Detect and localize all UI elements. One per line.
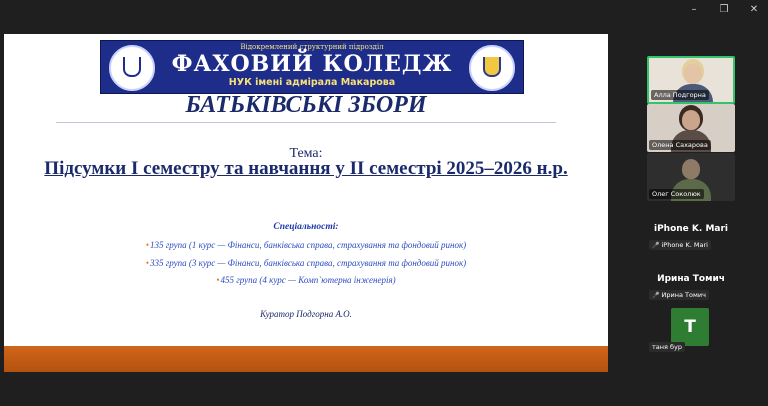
participant-avatar: T	[671, 308, 709, 346]
bullet-icon: •	[216, 275, 220, 285]
group-item: •455 група (4 курс — Комп`ютерна інженер…	[4, 275, 608, 285]
shared-presentation-slide: Відокремлений структурний підрозділ ФАХО…	[4, 34, 608, 372]
restore-icon[interactable]: ❐	[718, 4, 730, 15]
window-controls: – ❐ ✕	[688, 4, 760, 15]
group-text: 335 група (3 курс — Фінанси, банківська …	[149, 258, 467, 268]
participant-name: таня бур	[649, 342, 685, 352]
participant-tile[interactable]: Олена Сахарова	[647, 104, 735, 152]
bullet-icon: •	[145, 240, 149, 250]
close-icon[interactable]: ✕	[748, 4, 760, 15]
college-banner: Відокремлений структурний підрозділ ФАХО…	[100, 40, 524, 94]
group-item: •335 група (3 курс — Фінанси, банківська…	[4, 258, 608, 268]
participant-tile[interactable]: Ирина Томич 🎤 Ирина Томич	[647, 270, 735, 310]
participant-video-head	[682, 159, 700, 179]
slide-footer-bar	[4, 346, 608, 372]
participant-tile[interactable]: iPhone K. Mari 🎤 iPhone K. Mari	[647, 220, 735, 260]
university-emblem-icon	[469, 45, 515, 91]
participant-name: Алла Подгорна	[651, 90, 709, 100]
participant-tile[interactable]: Алла Подгорна	[647, 56, 735, 104]
participant-tile[interactable]: Олег Соколюк	[647, 153, 735, 201]
participant-tile[interactable]: T таня бур	[647, 306, 735, 356]
participant-display-name: iPhone K. Mari	[654, 224, 728, 234]
minimize-icon[interactable]: –	[688, 4, 700, 15]
participant-name: Ирина Томич	[661, 291, 706, 299]
participant-display-name: Ирина Томич	[657, 274, 725, 284]
specialties-title: Спеціальності:	[273, 222, 339, 232]
meeting-title: БАТЬКІВСЬКІ ЗБОРИ	[185, 92, 427, 118]
bullet-icon: •	[145, 258, 149, 268]
participant-name: Олег Соколюк	[649, 189, 704, 199]
topic-text: Підсумки І семестру та навчання у ІІ сем…	[44, 158, 568, 179]
participant-name: iPhone K. Mari	[661, 241, 708, 249]
group-text: 135 група (1 курс — Фінанси, банківська …	[149, 240, 467, 250]
mic-muted-icon: 🎤	[652, 242, 660, 249]
participant-video-head	[684, 64, 702, 84]
banner-top-text: Відокремлений структурний підрозділ	[240, 43, 384, 51]
participant-video-head	[682, 110, 700, 130]
banner-title: ФАХОВИЙ КОЛЕДЖ	[171, 51, 453, 77]
mic-muted-icon: 🎤	[652, 292, 660, 299]
banner-subtitle: НУК імені адмірала Макарова	[228, 77, 396, 88]
group-item: •135 група (1 курс — Фінанси, банківська…	[4, 240, 608, 250]
curator-text: Куратор Подгорна А.О.	[260, 309, 352, 319]
group-text: 455 група (4 курс — Комп`ютерна інженері…	[220, 275, 396, 285]
participant-name-tag: 🎤 iPhone K. Mari	[649, 240, 711, 250]
participant-name: Олена Сахарова	[649, 140, 711, 150]
participant-name-tag: 🎤 Ирина Томич	[649, 290, 709, 300]
title-divider	[56, 122, 556, 123]
